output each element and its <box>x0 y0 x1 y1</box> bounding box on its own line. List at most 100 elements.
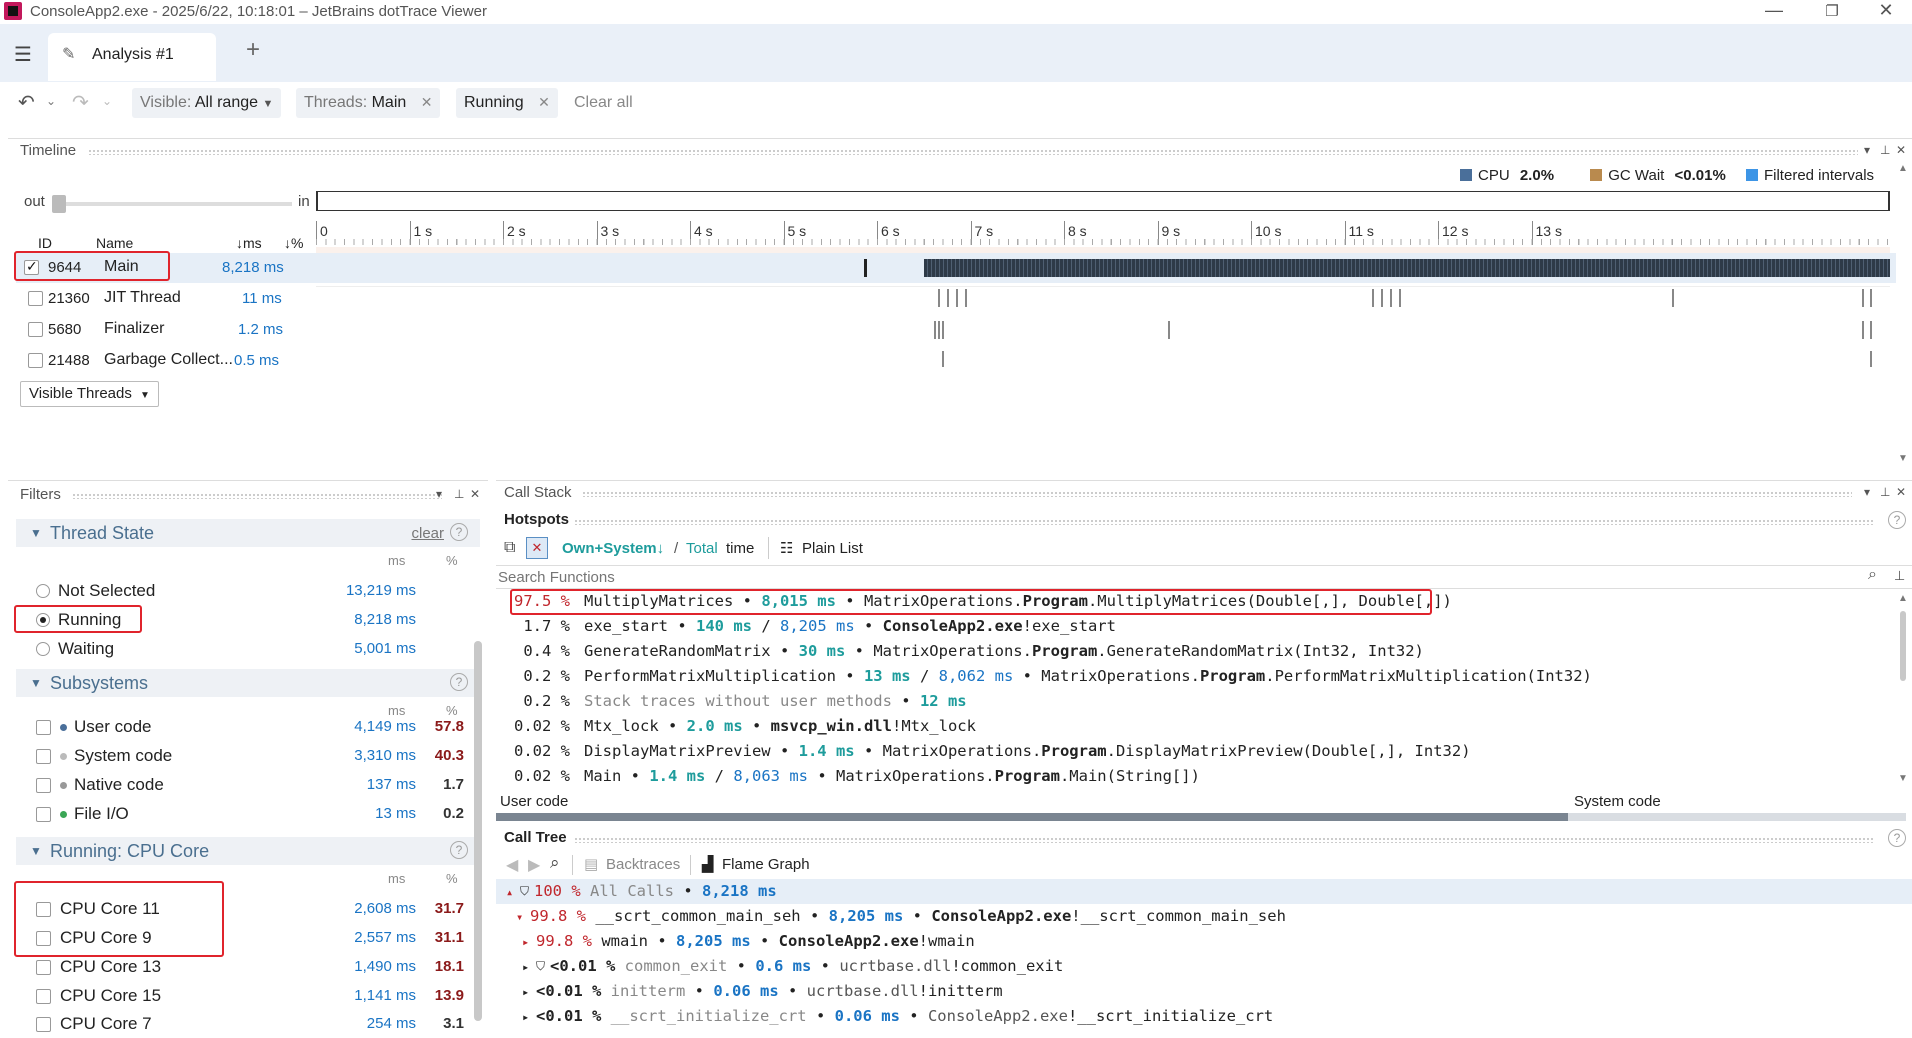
search-functions-bar[interactable]: ⌕ ⊥ <box>496 565 1912 589</box>
section-thread-state[interactable]: ▼ Thread State clear ? <box>16 519 480 547</box>
thread-state-waiting[interactable]: Waiting 5,001 ms <box>16 635 476 663</box>
checkbox[interactable] <box>36 807 51 822</box>
minimize-icon[interactable]: — <box>1754 0 1794 21</box>
subsystem-native-code[interactable]: Native code 137 ms 1.7 <box>16 771 476 799</box>
forward-icon[interactable]: ▶ <box>528 855 540 875</box>
panel-menu-icon[interactable]: ▾ <box>436 487 442 501</box>
scroll-up-icon[interactable]: ▲ <box>1898 593 1908 604</box>
search-functions-input[interactable] <box>496 566 1856 588</box>
cpu-core-15[interactable]: CPU Core 15 1,141 ms 13.9 <box>16 982 476 1010</box>
close-panel-icon[interactable]: ✕ <box>1896 143 1906 157</box>
subsystem-system-code[interactable]: System code 3,310 ms 40.3 <box>16 742 476 770</box>
threads-filter-chip[interactable]: Threads: Main ✕ <box>296 88 441 118</box>
filters-scrollbar[interactable] <box>474 641 482 1021</box>
collapse-icon[interactable]: ▼ <box>30 844 42 858</box>
hotspot-row[interactable]: 0.02 % Mtx_lock • 2.0 ms • msvcp_win.dll!… <box>504 714 1904 739</box>
pin-icon[interactable]: ⊥ <box>454 487 464 501</box>
thread-checkbox[interactable] <box>28 291 43 306</box>
call-tree-row[interactable]: ▾ 99.8 % __scrt_common_main_seh • 8,205 m… <box>496 904 1912 929</box>
thread-checkbox[interactable] <box>28 353 43 368</box>
remove-threads-filter-icon[interactable]: ✕ <box>421 94 433 110</box>
thread-state-not-selected[interactable]: Not Selected 13,219 ms <box>16 577 476 605</box>
expand-arrow-icon[interactable]: ▸ <box>522 1010 529 1024</box>
checkbox[interactable] <box>36 778 51 793</box>
call-tree-row[interactable]: ▴ ⛉ 100 % All Calls • 8,218 ms <box>496 879 1912 904</box>
timeline-scrollbar[interactable]: ▲ ▼ <box>1896 163 1910 469</box>
expand-arrow-icon[interactable]: ▸ <box>522 935 529 949</box>
checkbox[interactable] <box>36 1017 51 1032</box>
hotspot-row[interactable]: 0.02 % Main • 1.4 ms / 8,063 ms • MatrixO… <box>504 764 1904 789</box>
expand-arrow-icon[interactable]: ▾ <box>516 910 523 924</box>
clear-thread-state-link[interactable]: clear <box>411 525 444 542</box>
cpu-core-13[interactable]: CPU Core 13 1,490 ms 18.1 <box>16 953 476 981</box>
jit-thread-timeline[interactable] <box>316 289 1890 309</box>
call-tree-row[interactable]: ▸ <0.01 % __scrt_initialize_crt • 0.06 ms… <box>496 1004 1912 1029</box>
panel-menu-icon[interactable]: ▾ <box>1864 143 1870 157</box>
hotspot-row[interactable]: 0.02 % DisplayMatrixPreview • 1.4 ms • Ma… <box>504 739 1904 764</box>
col-ms[interactable]: ↓ms <box>236 235 262 251</box>
running-filter-chip[interactable]: Running ✕ <box>456 88 558 118</box>
hotspot-row[interactable]: 1.7 % exe_start • 140 ms / 8,205 ms • Con… <box>504 614 1904 639</box>
call-tree-row[interactable]: ▸ ⛉ <0.01 % common_exit • 0.6 ms • ucrtbas… <box>496 954 1912 979</box>
checkbox[interactable] <box>36 989 51 1004</box>
help-icon[interactable]: ? <box>450 673 468 691</box>
hotspot-row[interactable]: 0.2 % Stack traces without user methods •… <box>504 689 1904 714</box>
call-tree-row[interactable]: ▸ <0.01 % initterm • 0.06 ms • ucrtbase.d… <box>496 979 1912 1004</box>
expand-arrow-icon[interactable]: ▸ <box>522 960 529 974</box>
col-pct[interactable]: ↓% <box>284 235 303 251</box>
clear-all-button[interactable]: Clear all <box>574 94 633 112</box>
pin-search-icon[interactable]: ⊥ <box>1894 568 1905 584</box>
copy-icon[interactable]: ⧉ <box>504 539 515 557</box>
hamburger-menu-icon[interactable]: ☰ <box>14 42 32 67</box>
zoom-slider-track[interactable] <box>52 202 292 206</box>
gc-thread-timeline[interactable] <box>316 351 1890 369</box>
visible-range-dropdown[interactable]: Visible: All range ▼ <box>132 88 282 118</box>
remove-running-filter-icon[interactable]: ✕ <box>538 94 550 110</box>
hotspots-scrollbar[interactable]: ▲ ▼ <box>1896 593 1910 789</box>
overview-range-bar[interactable] <box>316 191 1890 211</box>
flame-graph-button[interactable]: Flame Graph <box>722 856 810 873</box>
search-icon[interactable]: ⌕ <box>550 853 560 873</box>
panel-menu-icon[interactable]: ▾ <box>1864 485 1870 499</box>
undo-dropdown-chevron-icon[interactable]: ⌄ <box>46 94 56 108</box>
close-panel-icon[interactable]: ✕ <box>1896 485 1906 499</box>
hide-system-toggle-icon[interactable]: ✕ <box>526 537 548 559</box>
back-icon[interactable]: ◀ <box>506 855 518 875</box>
add-tab-button[interactable]: + <box>246 36 260 64</box>
time-ruler[interactable]: 0 1 s 2 s 3 s 4 s 5 s 6 s 7 s 8 s 9 s 10 s 11 s 12 s… <box>316 221 1890 257</box>
main-thread-timeline[interactable] <box>316 259 1890 277</box>
redo-icon[interactable]: ↷ <box>72 90 89 115</box>
close-window-icon[interactable]: ✕ <box>1866 0 1906 21</box>
zoom-slider-handle[interactable] <box>52 195 66 213</box>
pin-icon[interactable]: ⊥ <box>1880 143 1890 157</box>
plain-list-button[interactable]: Plain List <box>802 540 863 557</box>
scroll-up-icon[interactable]: ▲ <box>1898 163 1908 174</box>
scroll-down-icon[interactable]: ▼ <box>1898 773 1908 784</box>
visible-threads-button[interactable]: Visible Threads ▼ <box>20 381 159 407</box>
help-icon[interactable]: ? <box>450 841 468 859</box>
undo-icon[interactable]: ↶ <box>18 90 35 115</box>
help-icon[interactable]: ? <box>450 523 468 541</box>
checkbox[interactable] <box>36 749 51 764</box>
collapse-icon[interactable]: ▼ <box>30 676 42 690</box>
call-tree-row[interactable]: ▸ 99.8 % wmain • 8,205 ms • ConsoleApp2.e… <box>496 929 1912 954</box>
search-icon[interactable]: ⌕ <box>1868 566 1877 584</box>
section-subsystems[interactable]: ▼ Subsystems ? <box>16 669 480 697</box>
expand-arrow-icon[interactable]: ▴ <box>506 885 513 899</box>
cpu-core-7[interactable]: CPU Core 7 254 ms 3.1 <box>16 1010 476 1038</box>
section-cpu-core[interactable]: ▼ Running: CPU Core ? <box>16 837 480 865</box>
thread-checkbox[interactable] <box>28 322 43 337</box>
radio-button[interactable] <box>36 584 50 598</box>
expand-arrow-icon[interactable]: ▸ <box>522 985 529 999</box>
redo-dropdown-chevron-icon[interactable]: ⌄ <box>102 94 112 108</box>
radio-button[interactable] <box>36 642 50 656</box>
subsystem-file-io[interactable]: File I/O 13 ms 0.2 <box>16 800 476 828</box>
scroll-thumb[interactable] <box>1900 611 1906 681</box>
subsystem-user-code[interactable]: User code 4,149 ms 57.8 <box>16 713 476 741</box>
backtraces-button[interactable]: Backtraces <box>606 856 680 873</box>
col-id[interactable]: ID <box>38 235 52 251</box>
scroll-down-icon[interactable]: ▼ <box>1898 453 1908 464</box>
help-icon[interactable]: ? <box>1888 511 1906 529</box>
restore-icon[interactable]: ❐ <box>1812 2 1852 20</box>
checkbox[interactable] <box>36 960 51 975</box>
